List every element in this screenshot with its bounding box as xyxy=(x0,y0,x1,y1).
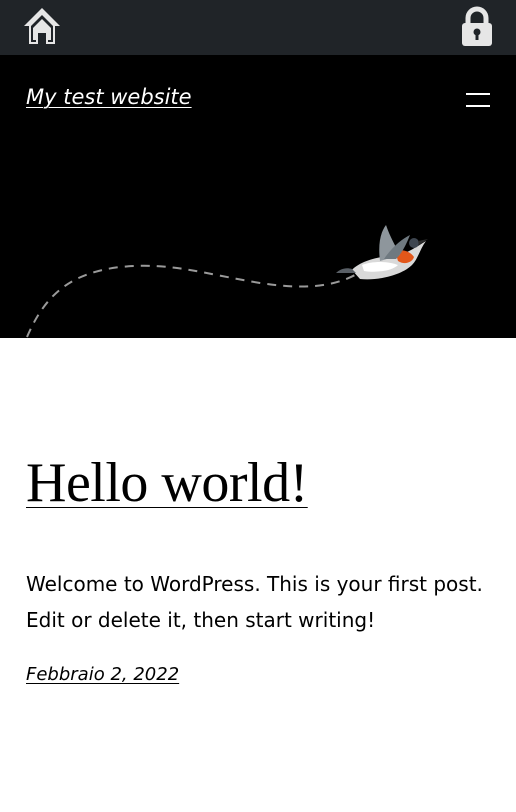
site-header: My test website xyxy=(0,55,516,338)
bird-icon xyxy=(336,225,428,280)
top-admin-bar xyxy=(0,0,516,55)
menu-line-top xyxy=(466,93,490,95)
menu-line-bottom xyxy=(466,105,490,107)
lock-icon[interactable] xyxy=(459,6,495,48)
home-icon[interactable] xyxy=(22,6,62,48)
post-title-link[interactable]: Hello world! xyxy=(26,450,308,516)
post-date-link[interactable]: Febbraio 2, 2022 xyxy=(26,664,179,685)
hamburger-menu-icon[interactable] xyxy=(466,93,490,107)
site-title-link[interactable]: My test website xyxy=(26,85,192,109)
post-content: Welcome to WordPress. This is your first… xyxy=(26,572,483,632)
